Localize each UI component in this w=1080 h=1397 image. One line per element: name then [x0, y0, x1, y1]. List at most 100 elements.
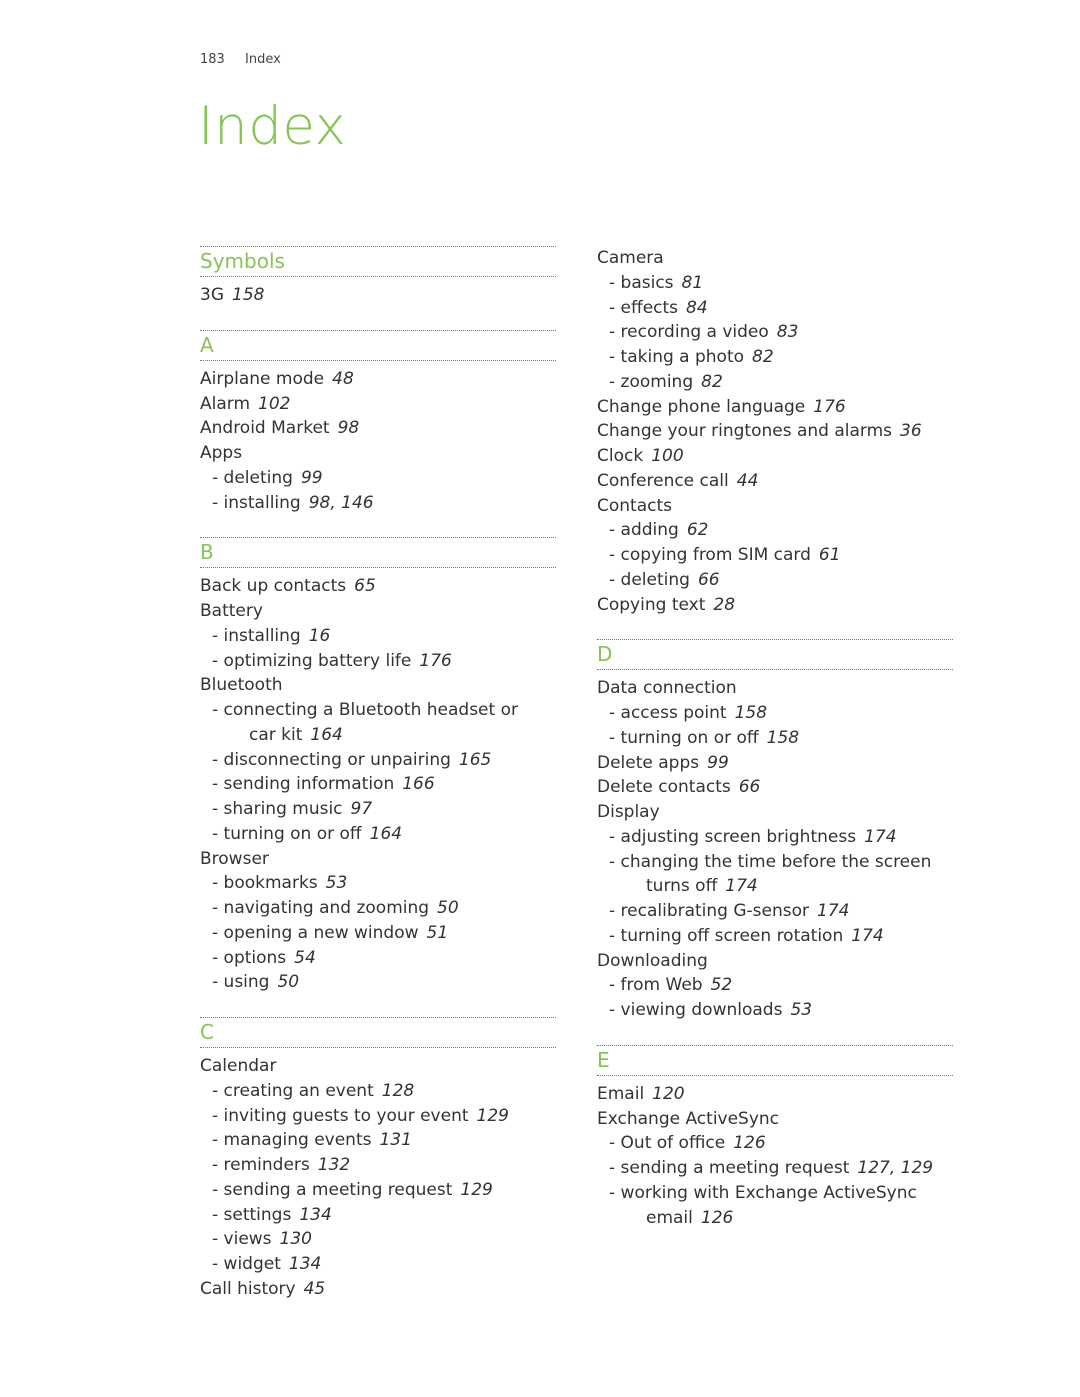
- index-subentry: - adding 62: [597, 518, 953, 543]
- page-reference[interactable]: 83: [777, 322, 799, 342]
- index-subentry: - recalibrating G-sensor 174: [597, 899, 953, 924]
- page-reference[interactable]: 131: [379, 1130, 411, 1150]
- page-reference[interactable]: 100: [651, 446, 683, 466]
- page-reference[interactable]: 66: [739, 777, 761, 797]
- page-reference[interactable]: 97: [351, 799, 373, 819]
- page-reference[interactable]: 174: [817, 901, 849, 921]
- page-reference[interactable]: 127, 129: [857, 1158, 933, 1178]
- index-entry: Copying text 28: [597, 593, 953, 618]
- page-reference[interactable]: 99: [707, 753, 729, 773]
- entry-term: Conference call: [597, 470, 729, 491]
- entry-term: - zooming: [609, 371, 694, 392]
- page-reference[interactable]: 174: [725, 876, 757, 896]
- index-entry: Exchange ActiveSync: [597, 1107, 953, 1132]
- entry-term: - sharing music: [212, 799, 343, 819]
- entry-term: - viewing downloads: [609, 1000, 783, 1020]
- index-entry: Calendar: [200, 1054, 556, 1079]
- page-reference[interactable]: 176: [813, 397, 845, 417]
- page-reference[interactable]: 102: [258, 394, 290, 414]
- page-reference[interactable]: 50: [437, 898, 459, 918]
- page-reference[interactable]: 98: [338, 418, 360, 438]
- index-entry: Camera: [597, 246, 953, 271]
- entry-list: 3G 158: [200, 283, 556, 308]
- index-section-symbols: Symbols 3G 158: [200, 246, 556, 308]
- page-reference[interactable]: 44: [737, 471, 759, 491]
- page-reference[interactable]: 62: [687, 520, 709, 540]
- entry-term: - reminders: [212, 1155, 310, 1175]
- index-subentry: - zooming 82: [597, 370, 953, 395]
- page-reference[interactable]: 134: [289, 1254, 321, 1274]
- page-reference[interactable]: 132: [318, 1155, 350, 1175]
- page-reference[interactable]: 158: [767, 728, 799, 748]
- entry-term: - copying from SIM card: [609, 545, 811, 565]
- page-reference[interactable]: 16: [309, 626, 331, 646]
- index-subentry: - effects 84: [597, 296, 953, 321]
- entry-term: - bookmarks: [212, 873, 318, 894]
- page-reference[interactable]: 176: [419, 651, 451, 671]
- page-reference[interactable]: 82: [752, 347, 774, 367]
- index-subentry: - Out of office 126: [597, 1131, 953, 1156]
- page-reference[interactable]: 81: [682, 273, 704, 293]
- entry-list: Email 120 Exchange ActiveSync - Out of offi…: [597, 1082, 953, 1231]
- section-heading: D: [597, 639, 953, 671]
- page-reference[interactable]: 54: [294, 948, 316, 968]
- page-reference[interactable]: 165: [459, 750, 491, 770]
- page-reference[interactable]: 126: [701, 1208, 733, 1228]
- entry-term: - turning on or off: [212, 823, 362, 844]
- index-entry: Change your ringtones and alarms 36: [597, 419, 953, 444]
- page-reference[interactable]: 174: [851, 926, 883, 946]
- page-reference[interactable]: 120: [652, 1084, 684, 1104]
- entry-term: Bluetooth: [200, 675, 283, 696]
- index-subentry: - taking a photo 82: [597, 345, 953, 370]
- page-reference[interactable]: 65: [354, 576, 376, 596]
- page-reference[interactable]: 82: [701, 372, 723, 392]
- index-subentry: - adjusting screen brightness 174: [597, 825, 953, 850]
- page-reference[interactable]: 164: [370, 824, 402, 844]
- entry-term: Contacts: [597, 495, 672, 516]
- page-reference[interactable]: 98, 146: [309, 493, 374, 513]
- page-reference[interactable]: 53: [790, 1000, 812, 1020]
- page-reference[interactable]: 158: [232, 285, 264, 305]
- page-reference[interactable]: 36: [900, 421, 922, 441]
- index-entry: Browser: [200, 847, 556, 872]
- page-reference[interactable]: 51: [427, 923, 449, 943]
- page-reference[interactable]: 45: [304, 1279, 326, 1299]
- page-reference[interactable]: 129: [460, 1180, 492, 1200]
- index-section-a: A Airplane mode 48 Alarm 102 Android Market 98…: [200, 329, 556, 516]
- index-subentry: - turning on or off 158: [597, 726, 953, 751]
- page-reference[interactable]: 99: [301, 468, 323, 488]
- page-reference[interactable]: 50: [277, 972, 299, 992]
- entry-term: - navigating and zooming: [212, 898, 430, 918]
- page-reference[interactable]: 53: [326, 873, 348, 893]
- page-reference[interactable]: 130: [280, 1229, 312, 1249]
- page-reference[interactable]: 164: [310, 725, 342, 745]
- index-entry: Apps: [200, 441, 556, 466]
- page-reference[interactable]: 48: [332, 369, 354, 389]
- entry-term: 3G: [200, 285, 224, 305]
- entry-term: - working with Exchange ActiveSync: [609, 1182, 917, 1203]
- page-reference[interactable]: 84: [686, 298, 708, 318]
- index-subentry: - viewing downloads 53: [597, 998, 953, 1023]
- index-subentry: - installing 98, 146: [200, 491, 556, 516]
- page-reference[interactable]: 66: [698, 570, 720, 590]
- entry-term: Battery: [200, 601, 263, 621]
- index-subentry: - sending a meeting request 127, 129: [597, 1156, 953, 1181]
- page-reference[interactable]: 52: [711, 975, 733, 995]
- index-entry: Downloading: [597, 949, 953, 974]
- entry-term-continuation: turns off 174: [609, 874, 953, 899]
- page-reference[interactable]: 28: [713, 595, 735, 615]
- entry-term: - sending information: [212, 774, 395, 795]
- continuation-text: email: [646, 1207, 693, 1228]
- page-reference[interactable]: 134: [299, 1205, 331, 1225]
- page-reference[interactable]: 174: [864, 827, 896, 847]
- entry-term: - inviting guests to your event: [212, 1105, 469, 1126]
- page-reference[interactable]: 166: [402, 774, 434, 794]
- page-reference[interactable]: 126: [733, 1133, 765, 1153]
- index-subentry: - copying from SIM card 61: [597, 543, 953, 568]
- page-reference[interactable]: 129: [477, 1106, 509, 1126]
- index-subentry: - navigating and zooming 50: [200, 896, 556, 921]
- page-reference[interactable]: 128: [382, 1081, 414, 1101]
- entry-term: - taking a photo: [609, 347, 745, 367]
- page-reference[interactable]: 61: [819, 545, 841, 565]
- page-reference[interactable]: 158: [735, 703, 767, 723]
